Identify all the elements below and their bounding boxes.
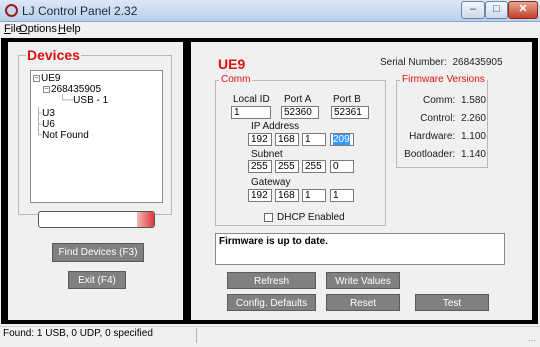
resize-grip-icon[interactable]: ⋯ <box>528 336 537 345</box>
exit-button[interactable]: Exit (F4) <box>68 271 126 289</box>
port-a-field[interactable]: 52360 <box>281 106 319 119</box>
menu-help-label: elp <box>65 23 81 35</box>
ip-octet-4-selection: 209 <box>333 134 350 145</box>
tree-label-u3: U3 <box>42 108 55 119</box>
tree-item-usb[interactable]: └─USB - 1 <box>59 95 108 106</box>
menu-help[interactable]: Help <box>58 23 81 35</box>
reset-button[interactable]: Reset <box>326 294 400 311</box>
gateway-octet-1[interactable]: 192 <box>248 189 272 202</box>
dhcp-label: DHCP Enabled <box>277 212 345 223</box>
tree-item-u3[interactable]: ├U3 <box>35 108 55 119</box>
local-id-field[interactable]: 1 <box>231 106 271 119</box>
firmware-value: 1.140 <box>460 149 486 160</box>
write-values-button[interactable]: Write Values <box>326 272 400 289</box>
test-button[interactable]: Test <box>415 294 489 311</box>
ip-octet-2[interactable]: 168 <box>275 133 299 146</box>
firmware-label: Control: <box>420 113 456 124</box>
port-b-field[interactable]: 52361 <box>331 106 369 119</box>
close-button[interactable]: ✕ <box>508 1 538 19</box>
menu-file-accel: F <box>4 23 11 35</box>
tree-label-u6: U6 <box>42 119 55 130</box>
firmware-label: Hardware: <box>409 131 456 142</box>
firmware-row-bootloader: Bootloader: 1.140 <box>400 149 486 167</box>
device-title: UE9 <box>218 56 246 72</box>
firmware-row-hardware: Hardware: 1.100 <box>400 131 486 149</box>
comm-title: Comm <box>219 74 253 85</box>
tree-connector-icon: └─ <box>59 95 74 106</box>
port-a-label: Port A <box>284 94 312 105</box>
gateway-label: Gateway <box>251 177 291 188</box>
gateway-octet-2[interactable]: 168 <box>275 189 299 202</box>
gateway-octet-3[interactable]: 1 <box>302 189 326 202</box>
firmware-row-control: Control: 2.260 <box>400 113 486 131</box>
firmware-label: Bootloader: <box>404 149 456 160</box>
refresh-button[interactable]: Refresh <box>227 272 316 289</box>
firmware-label: Comm: <box>422 95 456 106</box>
ip-label: IP Address <box>251 121 300 132</box>
ip-octet-4[interactable]: 209 <box>330 133 354 146</box>
config-defaults-button[interactable]: Config. Defaults <box>227 294 316 311</box>
collapse-icon[interactable]: − <box>43 85 50 93</box>
gateway-octet-4[interactable]: 1 <box>330 189 354 202</box>
menu-help-accel: H <box>58 23 66 35</box>
firmware-title: Firmware Versions <box>400 74 487 85</box>
status-bar-divider <box>196 328 197 343</box>
maximize-button[interactable]: □ <box>485 1 508 19</box>
menu-options-accel: O <box>19 23 28 35</box>
firmware-row-comm: Comm: 1.580 <box>400 95 486 113</box>
devices-title: Devices <box>26 47 81 63</box>
status-bar-text: Found: 1 USB, 0 UDP, 0 specified <box>3 328 153 339</box>
firmware-value: 1.580 <box>460 95 486 106</box>
subnet-label: Subnet <box>251 149 283 160</box>
tree-item-serial[interactable]: −268435905 <box>43 84 101 95</box>
collapse-icon[interactable]: − <box>33 74 40 82</box>
tree-label-usb: USB - 1 <box>73 95 109 106</box>
minimize-button[interactable]: – <box>461 1 485 19</box>
local-id-label: Local ID <box>233 94 270 105</box>
firmware-list: Comm: 1.580 Control: 2.260 Hardware: 1.1… <box>400 95 486 167</box>
tree-label-not-found: Not Found <box>42 130 89 141</box>
progress-fill <box>136 212 154 227</box>
tree-label-ue9: UE9 <box>41 73 61 84</box>
ip-octet-1[interactable]: 192 <box>248 133 272 146</box>
serial-label: Serial Number: <box>380 57 447 68</box>
subnet-octet-2[interactable]: 255 <box>275 160 299 173</box>
firmware-status-message: Firmware is up to date. <box>215 233 505 265</box>
firmware-value: 1.100 <box>460 131 486 142</box>
port-b-label: Port B <box>333 94 361 105</box>
subnet-octet-3[interactable]: 255 <box>302 160 326 173</box>
menu-options-label: ptions <box>27 23 57 35</box>
device-tree[interactable]: − UE9 −268435905 └─USB - 1 ├U3 ├U6 └Not F… <box>30 70 163 203</box>
find-devices-button[interactable]: Find Devices (F3) <box>52 243 144 262</box>
serial-value: 268435905 <box>452 57 503 68</box>
subnet-octet-1[interactable]: 255 <box>248 160 272 173</box>
ip-octet-3[interactable]: 1 <box>302 133 326 146</box>
menu-options[interactable]: Options <box>19 23 57 35</box>
tree-item-u6[interactable]: ├U6 <box>35 119 55 130</box>
search-progress-bar <box>38 211 155 228</box>
tree-label-serial: 268435905 <box>51 84 102 95</box>
tree-item-ue9[interactable]: − UE9 <box>33 73 60 84</box>
app-icon <box>5 4 18 17</box>
serial-number: Serial Number: 268435905 <box>380 57 503 68</box>
window-title: LJ Control Panel 2.32 <box>22 4 138 18</box>
dhcp-checkbox[interactable] <box>264 213 273 222</box>
menu-bar <box>0 22 540 36</box>
firmware-value: 2.260 <box>460 113 486 124</box>
subnet-octet-4[interactable]: 0 <box>330 160 354 173</box>
tree-item-not-found[interactable]: └Not Found <box>35 130 89 141</box>
